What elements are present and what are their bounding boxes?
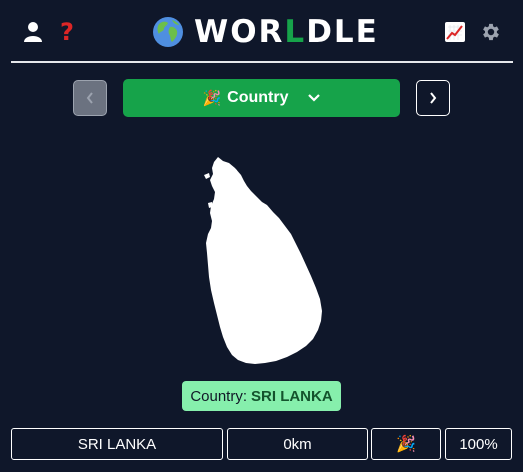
chevron-down-icon — [307, 93, 321, 103]
answer-label: Country: SRI LANKA — [182, 381, 341, 411]
guess-distance: 0km — [227, 428, 368, 460]
answer-prefix: Country: — [190, 387, 248, 405]
app-brand: WORLDLE — [152, 14, 379, 50]
guess-direction-icon: 🎉 — [371, 428, 441, 460]
chevron-left-icon — [86, 92, 93, 104]
party-popper-icon: 🎉 — [202, 88, 222, 107]
mode-dropdown[interactable]: 🎉 Country — [123, 79, 400, 117]
mode-label: Country — [227, 89, 289, 106]
globe-icon — [153, 17, 183, 47]
gear-icon[interactable] — [478, 18, 504, 46]
app-title: WORLDLE — [194, 14, 379, 50]
header: ? WORLDLE — [0, 0, 523, 62]
stats-icon[interactable] — [442, 18, 468, 46]
help-glyph: ? — [60, 18, 74, 46]
previous-button[interactable] — [73, 80, 107, 116]
answer-value: SRI LANKA — [251, 387, 333, 405]
chevron-right-icon — [430, 92, 437, 104]
guess-proximity: 100% — [445, 428, 512, 460]
help-icon[interactable]: ? — [56, 18, 78, 46]
country-silhouette — [204, 157, 322, 364]
guess-country: SRI LANKA — [11, 428, 223, 460]
user-icon[interactable] — [20, 18, 46, 46]
title-highlight: L — [284, 14, 307, 50]
header-divider — [11, 61, 513, 63]
app: ? WORLDLE 🎉 Country Country: SRI LANKA S… — [0, 0, 523, 472]
next-button[interactable] — [416, 80, 450, 116]
